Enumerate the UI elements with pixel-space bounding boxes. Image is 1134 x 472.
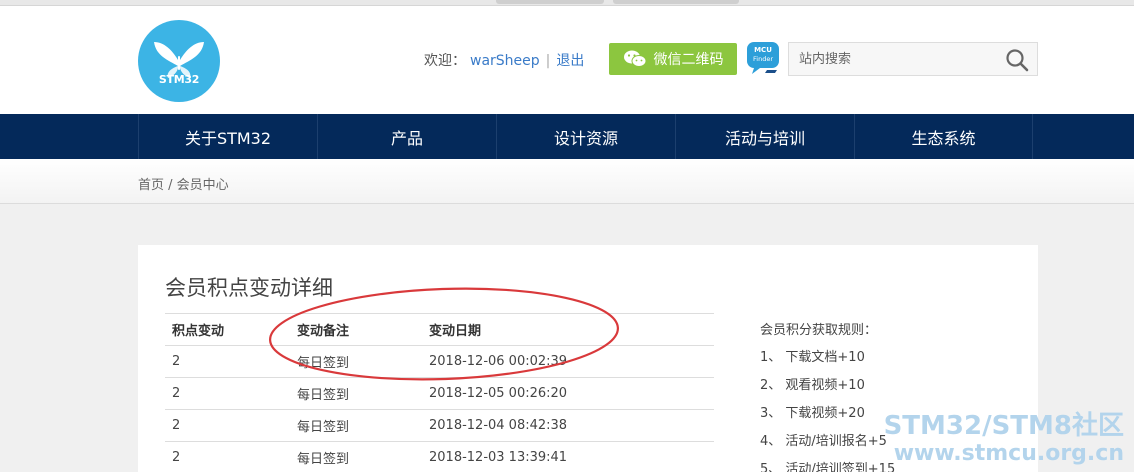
wechat-button-label: 微信二维码 [653, 52, 724, 68]
welcome-label: 欢迎： [424, 53, 466, 69]
nav-item-about-stm32[interactable]: 关于STM32 [138, 114, 317, 159]
watermark-line1: STM32/STM8社区 [883, 411, 1124, 441]
wechat-icon [623, 50, 646, 67]
rule-item: 4、 活动/培训报名+5 [760, 434, 887, 449]
breadcrumb[interactable]: 首页 / 会员中心 [138, 174, 229, 193]
cell-points: 2 [165, 377, 297, 410]
table-row: 2 每日签到 2018-12-05 00:26:20 [165, 377, 714, 410]
table-row: 2 每日签到 2018-12-03 13:39:41 [165, 441, 714, 472]
cell-remark: 每日签到 [297, 345, 429, 378]
cell-points: 2 [165, 441, 297, 472]
column-header-points-change: 积点变动 [165, 313, 297, 346]
divider: | [545, 53, 551, 69]
points-table: 积点变动 变动备注 变动日期 2 每日签到 2018-12-06 00:02:3… [165, 313, 714, 472]
search-icon[interactable] [1005, 48, 1029, 72]
column-header-remark: 变动备注 [297, 313, 429, 346]
cell-date: 2018-12-03 13:39:41 [429, 441, 714, 472]
nav-item-design-resources[interactable]: 设计资源 [496, 114, 675, 159]
logo-text: STM32 [158, 73, 200, 86]
rule-item: 2、 观看视频+10 [760, 378, 865, 393]
browser-tab[interactable] [613, 0, 739, 4]
site-watermark: STM32/STM8社区 www.stmcu.org.cn [884, 412, 1124, 468]
nav-item-ecosystem[interactable]: 生态系统 [854, 114, 1033, 159]
column-header-date: 变动日期 [429, 313, 714, 346]
nav-item-events-training[interactable]: 活动与培训 [675, 114, 854, 159]
mcu-finder-icon[interactable]: MCU Finder [746, 41, 780, 75]
wechat-qr-button[interactable]: 微信二维码 [609, 43, 737, 75]
breadcrumb-bar: 首页 / 会员中心 [0, 159, 1134, 204]
stm32-logo[interactable]: STM32 [138, 20, 220, 102]
watermark-line2: www.stmcu.org.cn [893, 441, 1124, 466]
cell-date: 2018-12-06 00:02:39 [429, 345, 714, 378]
main-nav: 关于STM32 产品 设计资源 活动与培训 生态系统 [0, 114, 1134, 159]
cell-date: 2018-12-04 08:42:38 [429, 409, 714, 442]
site-header: STM32 欢迎： warSheep | 退出 微信二维码 MCU Finder [0, 6, 1134, 114]
mcu-badge-line2: Finder [753, 55, 773, 63]
table-header-row: 积点变动 变动备注 变动日期 [165, 313, 714, 346]
page-title: 会员积点变动详细 [165, 276, 333, 300]
cell-date: 2018-12-05 00:26:20 [429, 377, 714, 410]
welcome-bar: 欢迎： warSheep | 退出 [424, 50, 584, 70]
username-link[interactable]: warSheep [470, 53, 540, 69]
mcu-badge-line1: MCU [754, 46, 772, 54]
cell-remark: 每日签到 [297, 377, 429, 410]
search-box [788, 42, 1038, 76]
rules-title: 会员积分获取规则： [760, 323, 878, 338]
logout-link[interactable]: 退出 [556, 53, 584, 69]
cell-points: 2 [165, 345, 297, 378]
points-rules: 会员积分获取规则： 1、 下载文档+10 2、 观看视频+10 3、 下载视频+… [760, 319, 895, 472]
rule-item: 5、 活动/培训签到+15 [760, 462, 896, 472]
cell-remark: 每日签到 [297, 409, 429, 442]
rule-item: 3、 下载视频+20 [760, 406, 865, 421]
browser-tab[interactable] [496, 0, 604, 4]
butterfly-icon [154, 42, 204, 78]
table-row: 2 每日签到 2018-12-06 00:02:39 [165, 345, 714, 378]
table-row: 2 每日签到 2018-12-04 08:42:38 [165, 409, 714, 442]
search-input[interactable] [789, 43, 999, 75]
rule-item: 1、 下载文档+10 [760, 350, 865, 365]
nav-item-products[interactable]: 产品 [317, 114, 496, 159]
cell-remark: 每日签到 [297, 441, 429, 472]
cell-points: 2 [165, 409, 297, 442]
